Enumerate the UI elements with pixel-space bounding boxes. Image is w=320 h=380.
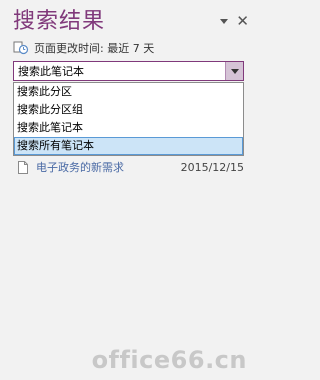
search-scope-dropdown-list: 搜索此分区 搜索此分区组 搜索此笔记本 搜索所有笔记本 — [13, 82, 244, 156]
modified-time-filter[interactable]: 页面更改时间: 最近 7 天 — [13, 40, 154, 56]
close-icon[interactable]: ✕ — [236, 14, 249, 29]
scope-option-all-notebooks[interactable]: 搜索所有笔记本 — [14, 137, 243, 155]
scope-option-section[interactable]: 搜索此分区 — [14, 83, 243, 101]
search-scope-select[interactable]: 搜索此笔记本 — [13, 61, 244, 81]
search-scope-value: 搜索此笔记本 — [18, 65, 84, 78]
search-scope-dropdown-button[interactable] — [225, 62, 243, 80]
modified-time-label: 页面更改时间: 最近 7 天 — [34, 42, 155, 55]
search-results-pane: 搜索结果 ✕ 页面更改时间: 最近 7 天 搜索此笔记本 搜索此分区 搜索此分区… — [0, 0, 259, 380]
result-title[interactable]: 电子政务的新需求 — [36, 159, 181, 175]
scope-option-notebook[interactable]: 搜索此笔记本 — [14, 119, 243, 137]
list-item[interactable]: 电子政务的新需求 2015/12/15 — [18, 159, 244, 175]
pane-controls: ✕ — [220, 14, 249, 29]
scope-option-section-group[interactable]: 搜索此分区组 — [14, 101, 243, 119]
chevron-down-icon — [230, 68, 239, 74]
page-icon — [18, 160, 28, 174]
result-date: 2015/12/15 — [180, 160, 244, 174]
watermark: office66.cn — [91, 346, 247, 374]
page-clock-icon — [13, 41, 29, 55]
pane-title: 搜索结果 — [13, 9, 106, 34]
pane-options-arrow-icon[interactable] — [220, 18, 229, 24]
